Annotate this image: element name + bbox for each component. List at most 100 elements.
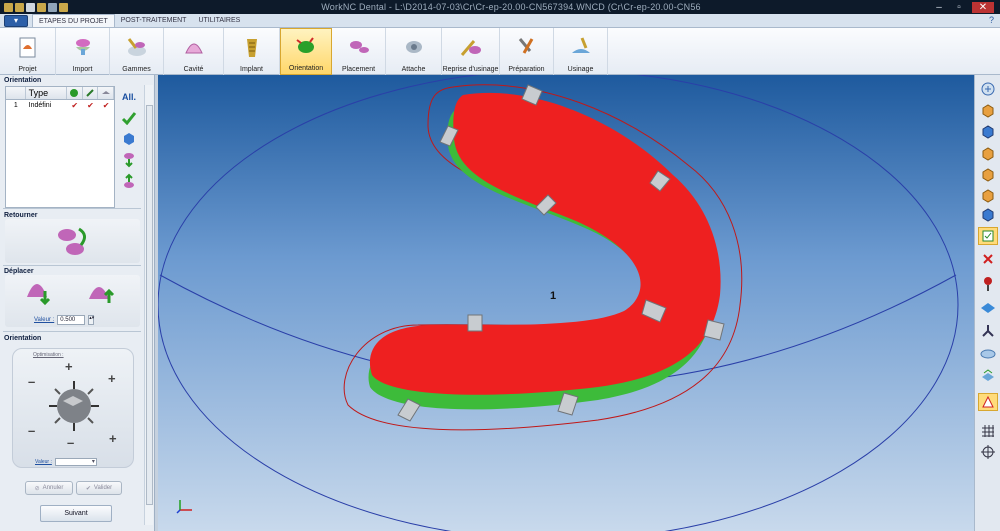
hide-icon[interactable] — [978, 250, 998, 268]
zoom-fit-icon[interactable] — [978, 80, 998, 98]
table-row[interactable]: 1 Indéfini ✔ ✔ ✔ — [6, 100, 114, 111]
reprise-icon — [458, 34, 484, 60]
deplacer-spinner[interactable]: ▴▾ — [88, 315, 94, 325]
origin-icon[interactable] — [978, 443, 998, 461]
orientation-sphere-icon[interactable] — [43, 377, 105, 438]
check-icon[interactable]: ✔ — [98, 101, 114, 110]
view-top-icon[interactable] — [978, 145, 998, 163]
ribbon-implant-button[interactable]: Implant — [224, 28, 280, 75]
help-icon[interactable]: ? — [989, 14, 994, 27]
validate-check-icon[interactable] — [118, 109, 140, 127]
orientation-control: Optimisation : + – + – + – Valeur : ▾ — [12, 348, 134, 468]
view-back-icon[interactable] — [978, 187, 998, 205]
ribbon-projet-button[interactable]: Projet — [0, 28, 56, 75]
orientation2-section-title: Orientation — [4, 335, 42, 342]
move-down-icon[interactable] — [118, 151, 140, 169]
layers-icon[interactable] — [978, 367, 998, 385]
move-down-button[interactable] — [23, 277, 53, 310]
axis-triad-icon — [176, 496, 198, 517]
attache-icon — [401, 34, 427, 60]
rotate-minus-left[interactable]: – — [28, 374, 35, 389]
open-icon[interactable] — [15, 2, 24, 12]
rotate-minus-bottomleft[interactable]: – — [28, 423, 35, 438]
orientation-section-title: Orientation — [4, 77, 42, 84]
gammes-icon — [124, 34, 150, 60]
app-logo-icon — [4, 2, 13, 12]
placement-icon — [346, 34, 372, 60]
ribbon-preparation-button[interactable]: Préparation — [500, 28, 554, 75]
valider-button[interactable]: ✔ Valider — [76, 481, 122, 495]
maximize-icon[interactable]: ▫ — [952, 2, 966, 13]
type-column-header[interactable]: Type — [26, 87, 67, 99]
table-tools: All. — [118, 88, 140, 193]
tab-utilitaires[interactable]: UTILITAIRES — [192, 14, 246, 27]
view-bottom-icon[interactable] — [978, 206, 998, 224]
ribbon-reprise-button[interactable]: Reprise d'usinage — [442, 28, 500, 75]
annuler-button[interactable]: ⊘ Annuler — [25, 481, 73, 495]
layers-column-icon[interactable] — [98, 87, 114, 99]
green-ball-icon[interactable] — [67, 87, 83, 99]
view-iso-icon[interactable] — [978, 102, 998, 120]
type-table-header: Type — [6, 87, 114, 100]
left-panel: Orientation Type 1 Indéfini ✔ ✔ ✔ All. R… — [0, 75, 155, 531]
panel-scrollbar[interactable] — [144, 85, 153, 525]
ribbon-placement-button[interactable]: Placement — [332, 28, 386, 75]
view-side-icon[interactable] — [978, 166, 998, 184]
cavity-icon — [181, 34, 207, 60]
view-front-icon[interactable] — [978, 123, 998, 141]
app-menu-button[interactable]: ▾ — [4, 15, 28, 27]
help-quick-icon[interactable] — [59, 2, 68, 12]
title-bar: WorkNC Dental - L:\D2014-07-03\Cr\Cr-ep-… — [0, 0, 1000, 14]
close-icon[interactable]: ✕ — [972, 1, 994, 13]
tab-etapes-du-projet[interactable]: ETAPES DU PROJET — [32, 14, 115, 27]
deplacer-value-input[interactable]: 0.500 — [57, 315, 86, 325]
window-title: WorkNC Dental - L:\D2014-07-03\Cr\Cr-ep-… — [321, 2, 701, 12]
tab-post-traitement[interactable]: POST-TRAITEMENT — [115, 14, 193, 27]
rotate-plus-top[interactable]: + — [65, 359, 73, 374]
scene: 1 — [158, 75, 959, 531]
minimize-icon[interactable]: – — [932, 2, 946, 13]
plane-icon[interactable] — [978, 299, 998, 317]
select-all-button[interactable]: All. — [118, 88, 140, 106]
check-icon[interactable]: ✔ — [83, 101, 99, 110]
triad-icon[interactable] — [978, 322, 998, 340]
annotation-icon[interactable] — [978, 393, 998, 411]
ribbon-cavite-button[interactable]: Cavité — [164, 28, 224, 75]
ribbon-import-button[interactable]: Import — [56, 28, 110, 75]
implant-icon — [239, 34, 265, 60]
view-shaded-icon[interactable] — [978, 227, 998, 245]
save-icon[interactable] — [26, 2, 35, 12]
move-up-button[interactable] — [85, 277, 115, 310]
usinage-icon — [568, 34, 594, 60]
validate-icon: ✔ — [85, 485, 91, 492]
rotate-plus-bottomright[interactable]: + — [109, 431, 117, 446]
flip-button[interactable] — [53, 223, 93, 262]
3d-viewport[interactable]: 1 — [158, 75, 974, 531]
ribbon-attache-button[interactable]: Attache — [386, 28, 442, 75]
ribbon: Projet Import Gammes Cavité Implant Orie… — [0, 28, 1000, 75]
orient-value-label: Valeur : — [35, 459, 52, 465]
ellipse-icon[interactable] — [978, 345, 998, 363]
grid-icon[interactable] — [978, 422, 998, 440]
suivant-button[interactable]: Suivant — [40, 505, 112, 522]
part-number-label: 1 — [550, 290, 556, 302]
ribbon-orientation-button[interactable]: Orientation — [280, 28, 332, 75]
project-icon — [15, 34, 41, 60]
ribbon-gammes-button[interactable]: Gammes — [110, 28, 164, 75]
optimisation-label: Optimisation : — [33, 352, 64, 358]
scrollbar-thumb[interactable] — [146, 105, 153, 505]
tools-icon[interactable] — [48, 2, 57, 12]
move-up-icon[interactable] — [118, 172, 140, 190]
cube-icon[interactable] — [118, 130, 140, 148]
orientation-icon — [293, 33, 319, 59]
ribbon-usinage-button[interactable]: Usinage — [554, 28, 608, 75]
rotate-plus-right[interactable]: + — [108, 371, 116, 386]
arrow-column-icon[interactable] — [83, 87, 99, 99]
check-icon[interactable]: ✔ — [67, 101, 83, 110]
model-red — [369, 92, 721, 395]
new-icon[interactable] — [37, 2, 46, 12]
quick-access-toolbar — [0, 2, 90, 12]
pin-marker-icon[interactable] — [978, 275, 998, 293]
ribbon-tab-bar: ▾ ETAPES DU PROJET POST-TRAITEMENT UTILI… — [0, 14, 1000, 28]
orient-value-dropdown[interactable]: ▾ — [54, 458, 97, 466]
